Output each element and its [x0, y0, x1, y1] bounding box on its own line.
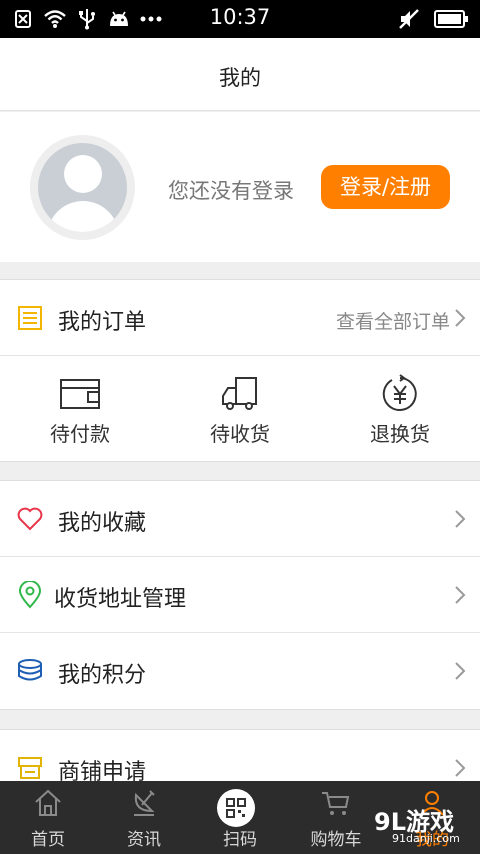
mute-icon	[398, 8, 420, 30]
order-list-icon	[16, 304, 44, 332]
chevron-right-icon	[454, 585, 466, 605]
favorites-row[interactable]: 我的收藏	[0, 481, 480, 557]
site-watermark: 9L游戏 91danji.com	[370, 798, 480, 854]
chevron-right-icon	[454, 308, 466, 328]
shop-apply-label: 商铺申请	[58, 760, 147, 781]
status-bar: 10:37	[0, 0, 480, 38]
shop-apply-row[interactable]: 商铺申请	[0, 730, 480, 781]
my-orders-label: 我的订单	[58, 310, 147, 335]
home-icon	[32, 787, 64, 819]
news-icon	[128, 787, 160, 819]
points-row[interactable]: 我的积分	[0, 633, 480, 709]
returns-label: 退换货	[370, 422, 430, 446]
nav-scan-label: 扫码	[223, 830, 257, 850]
chevron-right-icon	[454, 509, 466, 529]
battery-icon	[434, 10, 468, 28]
coins-icon	[16, 657, 44, 685]
favorites-label: 我的收藏	[58, 511, 147, 536]
avatar[interactable]	[30, 135, 135, 240]
nav-home-label: 首页	[31, 830, 65, 850]
yuan-return-icon	[378, 374, 422, 414]
store-icon	[16, 754, 44, 781]
qr-scan-icon	[217, 789, 255, 827]
avatar-body	[47, 201, 119, 232]
top-header: 我的	[0, 38, 480, 111]
address-label: 收货地址管理	[54, 587, 187, 612]
nav-scan[interactable]: 扫码	[192, 781, 288, 854]
cart-icon	[320, 787, 352, 819]
avatar-placeholder-icon	[38, 143, 127, 232]
pending-payment-label: 待付款	[50, 422, 110, 446]
order-status-bar: 待付款 待收货 退换货	[0, 356, 480, 461]
my-orders-row[interactable]: 我的订单 查看全部订单	[0, 280, 480, 356]
location-pin-icon	[16, 580, 44, 609]
chevron-right-icon	[454, 758, 466, 778]
chevron-right-icon	[454, 661, 466, 681]
heart-icon	[16, 505, 44, 533]
avatar-head	[64, 155, 102, 193]
view-all-orders-link[interactable]: 查看全部订单	[336, 307, 450, 334]
login-register-button[interactable]: 登录/注册	[321, 165, 450, 209]
order-pending-receipt[interactable]: 待收货	[160, 356, 320, 461]
login-hint-text: 您还没有登录	[168, 179, 294, 203]
order-returns[interactable]: 退换货	[320, 356, 480, 461]
order-pending-payment[interactable]: 待付款	[0, 356, 160, 461]
nav-home[interactable]: 首页	[0, 781, 96, 854]
pending-receipt-label: 待收货	[210, 422, 270, 446]
menu-card: 我的收藏 收货地址管理 我的积分	[0, 480, 480, 710]
points-label: 我的积分	[58, 663, 147, 688]
shop-card: 商铺申请	[0, 729, 480, 781]
truck-icon	[218, 374, 262, 414]
profile-section: 您还没有登录 登录/注册	[0, 112, 480, 262]
page-title: 我的	[219, 66, 261, 90]
orders-card: 我的订单 查看全部订单 待付款 待收货 退换货	[0, 279, 480, 462]
watermark-url: 91danji.com	[392, 832, 460, 845]
nav-news[interactable]: 资讯	[96, 781, 192, 854]
status-icons-right	[398, 8, 468, 30]
nav-news-label: 资讯	[127, 830, 161, 850]
address-row[interactable]: 收货地址管理	[0, 557, 480, 633]
wallet-icon	[58, 374, 102, 414]
